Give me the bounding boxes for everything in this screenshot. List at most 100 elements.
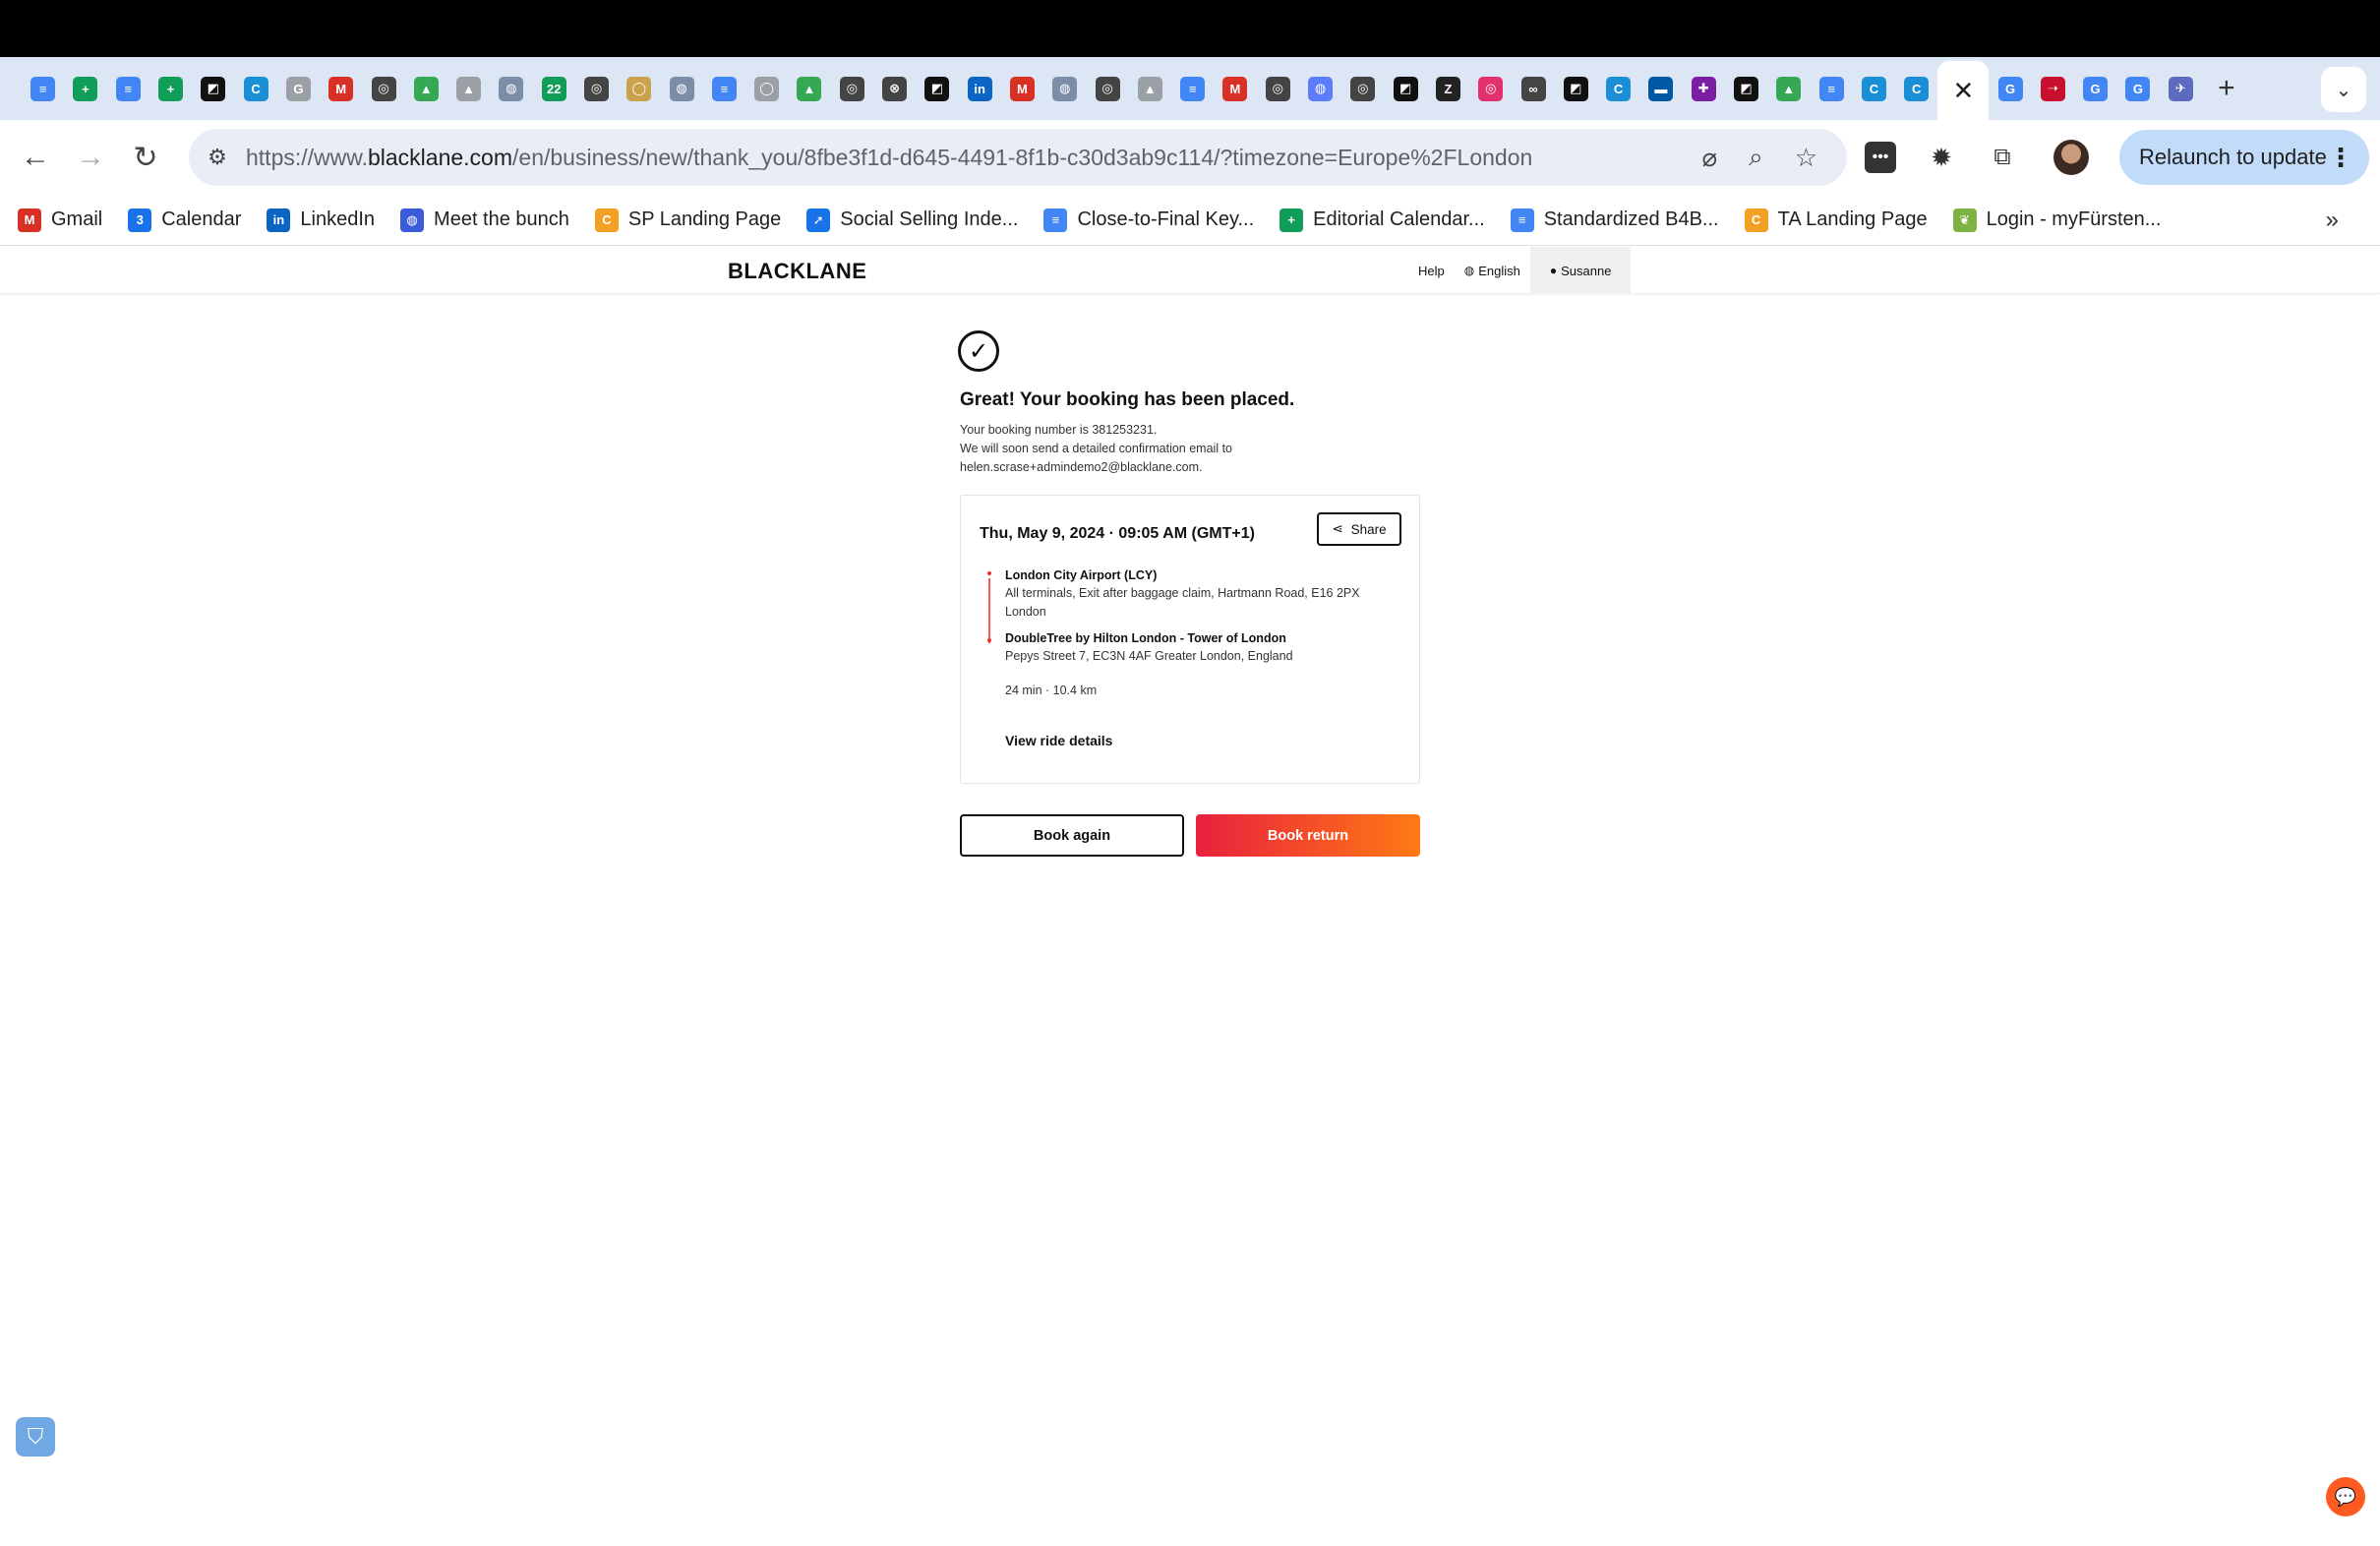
browser-tab[interactable]: in [959,61,1001,116]
browser-tab[interactable]: ◎ [831,61,873,116]
browser-tab[interactable]: G [1989,61,2031,116]
language-selector[interactable]: ◍ English [1455,247,1530,294]
book-again-button[interactable]: Book again [960,814,1184,857]
active-tab[interactable]: ✕ [1937,61,1990,120]
browser-tab[interactable]: ◍ [660,61,702,116]
browser-tab[interactable]: ∞ [1512,61,1554,116]
user-menu[interactable]: ● Susanne [1529,247,1632,294]
browser-tab[interactable]: ▲ [1129,61,1171,116]
chat-icon[interactable]: 💬 [2326,1477,2365,1516]
url-text[interactable]: https://www.blacklane.com/en/business/ne… [246,145,1532,171]
profile-avatar[interactable] [2053,140,2089,175]
docs-icon: ≡ [30,76,56,101]
browser-tab[interactable]: ◩ [1385,61,1427,116]
browser-tab[interactable]: ≡ [22,61,64,116]
bookmark-item[interactable]: ≡ Standardized B4B... [1510,208,1719,232]
browser-tab[interactable]: ◎ [1257,61,1299,116]
browser-tab[interactable]: ◩ [1725,61,1767,116]
bookmark-item[interactable]: C SP Landing Page [594,208,781,232]
browser-tab[interactable]: G [277,61,320,116]
bookmark-item[interactable]: ❦ Login - myFürsten... [1952,208,2161,232]
browser-tab[interactable]: C [1895,61,1937,116]
blacklane-logo[interactable]: BLACKLANE [728,259,866,284]
browser-tab[interactable]: ◩ [1555,61,1597,116]
browser-tab[interactable]: + [64,61,106,116]
browser-tab[interactable]: ◍ [490,61,532,116]
zoom-icon[interactable]: ⌕ [1749,142,1763,173]
address-bar[interactable]: ⚙ https://www.blacklane.com/en/business/… [189,129,1847,186]
bookmark-item[interactable]: 3 Calendar [128,208,241,232]
browser-tab[interactable]: ✈ [2160,61,2202,116]
book-return-button[interactable]: Book return [1196,814,1420,857]
browser-tab[interactable]: ✚ [1683,61,1725,116]
menu-dots-icon[interactable]: ⋮ [2328,143,2353,173]
browser-tab[interactable]: ≡ [703,61,745,116]
browser-tab[interactable]: ◍ [1299,61,1341,116]
forward-button[interactable]: → [63,141,118,174]
close-tab-icon[interactable]: ✕ [1952,76,1974,106]
puzzle-icon[interactable]: ⧉ [1987,142,2018,173]
browser-tab[interactable]: ◯ [618,61,660,116]
browser-tab[interactable]: ➝ [2032,61,2074,116]
calendar-icon: 22 [541,76,566,101]
browser-tab[interactable]: 22 [533,61,575,116]
browser-tab[interactable]: ▲ [447,61,490,116]
back-button[interactable]: ← [8,141,63,174]
browser-tab[interactable]: ▲ [405,61,447,116]
browser-tab[interactable]: G [2074,61,2116,116]
browser-tab[interactable]: ⊗ [873,61,916,116]
browser-tab[interactable]: ≡ [107,61,149,116]
bookmark-label: Editorial Calendar... [1313,208,1485,230]
browser-tab[interactable]: ▲ [788,61,830,116]
bookmark-item[interactable]: + Editorial Calendar... [1279,208,1485,232]
browser-tab[interactable]: ◎ [575,61,618,116]
language-label: English [1478,263,1520,278]
browser-tab[interactable]: ◎ [1469,61,1512,116]
site-settings-icon[interactable]: ⚙ [189,145,246,170]
browser-tab[interactable]: M [1001,61,1043,116]
browser-tab[interactable]: ≡ [1810,61,1852,116]
relaunch-button[interactable]: Relaunch to update ⋮ [2119,130,2369,185]
browser-tab[interactable]: ▬ [1639,61,1682,116]
ride-datetime: Thu, May 9, 2024 · 09:05 AM (GMT+1) [980,525,1255,542]
browser-tab[interactable]: M [320,61,362,116]
browser-tab[interactable]: ◍ [1043,61,1086,116]
browser-tab[interactable]: Z [1427,61,1469,116]
browser-tab[interactable]: C [1597,61,1639,116]
browser-tab[interactable]: G [2116,61,2159,116]
browser-tab[interactable]: ◯ [745,61,788,116]
bookmark-item[interactable]: M Gmail [18,208,102,232]
browser-tab[interactable]: ▲ [1767,61,1810,116]
bookmark-star-icon[interactable]: ☆ [1795,143,1817,173]
browser-tab[interactable]: ◩ [916,61,958,116]
share-button[interactable]: ⋖ Share [1317,512,1401,546]
password-manager-icon[interactable]: ••• [1865,142,1896,173]
bookmark-item[interactable]: ≡ Close-to-Final Key... [1043,208,1254,232]
browser-tab[interactable]: C [234,61,276,116]
privacy-shield-icon[interactable]: ⛉ [16,1417,55,1457]
browser-tab[interactable]: M [1214,61,1256,116]
tab-search-button[interactable]: ⌄ [2321,67,2366,112]
help-link[interactable]: Help [1408,247,1455,294]
bookmark-item[interactable]: C TA Landing Page [1744,208,1928,232]
new-tab-button[interactable]: + [2202,72,2251,105]
browser-tab[interactable]: ◩ [192,61,234,116]
bookmark-item[interactable]: in LinkedIn [267,208,375,232]
browser-tab[interactable]: ◎ [1086,61,1128,116]
extensions-area: ••• ✹ ⧉ [1865,120,2089,195]
relaunch-label: Relaunch to update [2139,145,2327,169]
view-ride-details-link[interactable]: View ride details [1005,733,1112,748]
location-off-icon[interactable]: ⌀ [1701,143,1717,173]
bookmark-item[interactable]: ◍ Meet the bunch [400,208,569,232]
reload-button[interactable]: ↻ [118,141,173,175]
ride-meta: 24 min · 10.4 km [1005,684,1098,697]
gear-icon[interactable]: ✹ [1926,142,1957,173]
browser-tab[interactable]: ◎ [1341,61,1384,116]
openai-icon: ◎ [839,76,864,101]
browser-tab[interactable]: C [1853,61,1895,116]
bookmarks-overflow-icon[interactable]: » [2326,207,2339,234]
browser-tab[interactable]: + [149,61,192,116]
browser-tab[interactable]: ◎ [362,61,404,116]
bookmark-item[interactable]: ➚ Social Selling Inde... [806,208,1018,232]
browser-tab[interactable]: ≡ [1171,61,1214,116]
